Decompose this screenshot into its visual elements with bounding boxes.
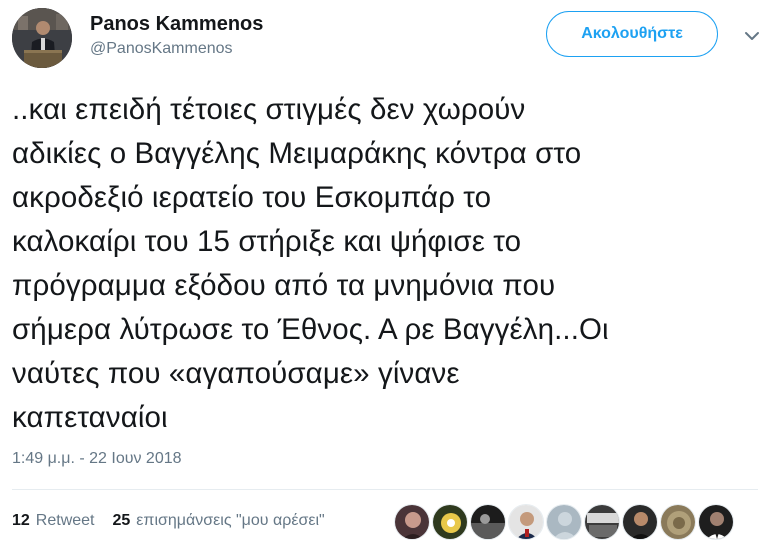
avatar[interactable] (12, 8, 72, 68)
liker-avatar-5[interactable] (546, 504, 582, 540)
liker-avatar-8[interactable] (660, 504, 696, 540)
follow-button[interactable]: Ακολουθήστε (546, 11, 718, 57)
tweet-stats: 12 Retweet 25 επισημάνσεις "μου αρέσει" (12, 512, 343, 530)
liker-avatar-2[interactable] (432, 504, 468, 540)
tweet-timestamp[interactable]: 1:49 μ.μ. - 22 Ιουν 2018 (12, 450, 182, 468)
retweet-count: 12 (12, 512, 30, 529)
profile-photo-icon (12, 8, 72, 68)
user-handle[interactable]: @PanosKammenos (90, 38, 263, 60)
likers-avatars (394, 504, 734, 540)
chevron-down-icon[interactable] (742, 26, 762, 46)
divider (12, 489, 758, 490)
likes-count: 25 (112, 512, 131, 529)
retweet-label: Retweet (35, 512, 95, 529)
liker-avatar-4[interactable] (508, 504, 544, 540)
author-names: Panos Kammenos @PanosKammenos (90, 12, 263, 60)
liker-avatar-1[interactable] (394, 504, 430, 540)
tweet-header: Panos Kammenos @PanosKammenos Ακολουθήστ… (12, 8, 762, 70)
tweet-text: ..και επειδή τέτοιες στιγμές δεν χωρούν … (12, 93, 609, 434)
display-name[interactable]: Panos Kammenos (90, 12, 263, 36)
liker-avatar-9[interactable] (698, 504, 734, 540)
likes-label: επισημάνσεις "μου αρέσει" (136, 512, 325, 529)
liker-avatar-6[interactable] (584, 504, 620, 540)
retweet-stat[interactable]: 12 Retweet (12, 512, 95, 530)
likes-stat[interactable]: 25 επισημάνσεις "μου αρέσει" (113, 512, 325, 530)
liker-avatar-7[interactable] (622, 504, 658, 540)
liker-avatar-3[interactable] (470, 504, 506, 540)
